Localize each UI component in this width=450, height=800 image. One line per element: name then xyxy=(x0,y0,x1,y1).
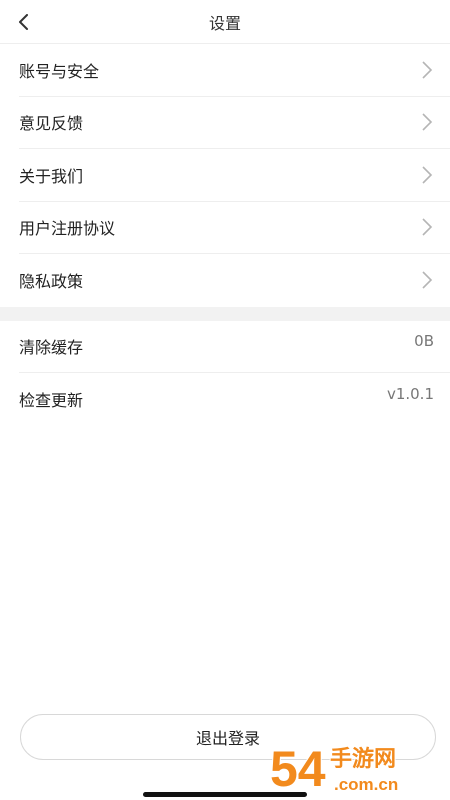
settings-item-check-update[interactable]: 检查更新 v1.0.1 xyxy=(19,373,450,426)
settings-item-account-security[interactable]: 账号与安全 xyxy=(19,44,450,97)
watermark-domain: .com.cn xyxy=(334,775,398,794)
back-button[interactable] xyxy=(10,8,38,36)
watermark-brand: 54 xyxy=(270,741,326,796)
chevron-right-icon xyxy=(422,218,433,236)
settings-item-label: 账号与安全 xyxy=(19,61,100,81)
settings-item-label: 用户注册协议 xyxy=(19,219,116,239)
settings-item-label: 隐私政策 xyxy=(19,272,84,292)
cache-size-value: 0B xyxy=(414,332,434,351)
settings-item-privacy-policy[interactable]: 隐私政策 xyxy=(19,254,450,307)
settings-item-feedback[interactable]: 意见反馈 xyxy=(19,97,450,149)
chevron-right-icon xyxy=(422,271,433,289)
settings-group-app: 清除缓存 0B 检查更新 v1.0.1 xyxy=(0,320,450,426)
app-version-value: v1.0.1 xyxy=(386,385,434,404)
chevron-right-icon xyxy=(422,113,433,131)
settings-item-clear-cache[interactable]: 清除缓存 0B xyxy=(19,321,450,373)
chevron-left-icon xyxy=(19,14,28,30)
settings-item-user-agreement[interactable]: 用户注册协议 xyxy=(19,202,450,254)
settings-group-main: 账号与安全 意见反馈 关于我们 用户注册协议 隐私政策 xyxy=(0,44,450,307)
settings-item-about-us[interactable]: 关于我们 xyxy=(19,149,450,202)
settings-item-label: 清除缓存 xyxy=(19,338,84,358)
page-title: 设置 xyxy=(208,13,241,33)
settings-item-label: 检查更新 xyxy=(19,391,84,411)
chevron-right-icon xyxy=(422,166,433,184)
watermark-cn: 手游网 xyxy=(330,746,396,772)
settings-item-label: 意见反馈 xyxy=(19,114,84,134)
chevron-right-icon xyxy=(422,61,433,79)
navigation-bar: 设置 xyxy=(0,0,450,44)
watermark-logo: 54 手游网 .com.cn xyxy=(269,740,399,796)
section-divider xyxy=(0,306,450,321)
settings-item-label: 关于我们 xyxy=(19,166,84,186)
